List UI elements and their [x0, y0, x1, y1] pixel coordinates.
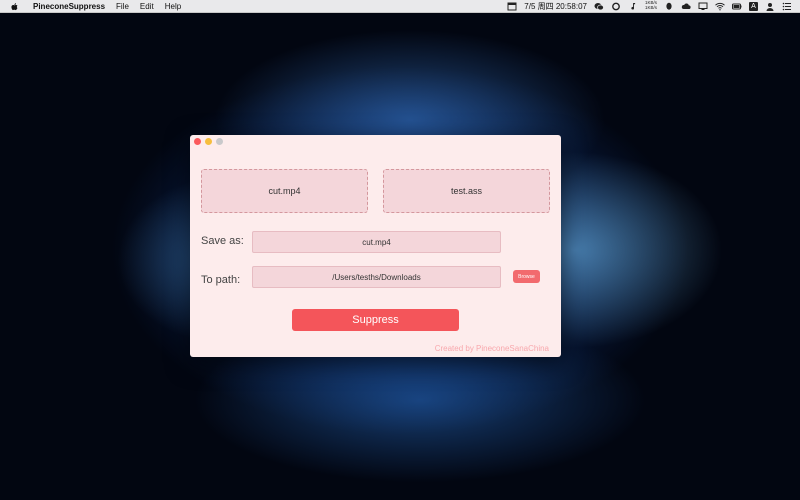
menu-help[interactable]: Help [165, 2, 181, 11]
suppress-button[interactable]: Suppress [292, 309, 459, 331]
window-controls [194, 138, 223, 145]
desktop: PineconeSuppress File Edit Help 7/5 周四 2… [0, 0, 800, 500]
save-as-field[interactable]: cut.mp4 [252, 231, 501, 253]
app-window: cut.mp4 test.ass Save as: cut.mp4 To pat… [190, 135, 561, 357]
menu-file[interactable]: File [116, 2, 129, 11]
subtitle-drop-zone[interactable]: test.ass [383, 169, 550, 213]
user-icon[interactable] [765, 2, 775, 11]
wifi-icon[interactable] [715, 2, 725, 11]
menubar-clock[interactable]: 7/5 周四 20:58:07 [524, 1, 587, 12]
menu-edit[interactable]: Edit [140, 2, 154, 11]
input-source-icon[interactable]: A [749, 1, 758, 11]
to-path-label: To path: [201, 274, 241, 286]
zoom-window-button[interactable] [216, 138, 223, 145]
credit-text: Created by PineconeSanaChina [434, 344, 549, 353]
apple-icon[interactable] [10, 1, 20, 11]
browse-button[interactable]: Browse [513, 270, 540, 283]
to-path-field[interactable]: /Users/tesths/Downloads [252, 266, 501, 288]
sync-icon[interactable] [611, 2, 621, 11]
cloud-icon[interactable] [681, 2, 691, 11]
music-icon[interactable] [628, 2, 638, 11]
display-icon[interactable] [698, 2, 708, 11]
net-down: 1KB/s [644, 5, 657, 10]
calendar-icon[interactable] [507, 2, 517, 11]
video-drop-zone[interactable]: cut.mp4 [201, 169, 368, 213]
notification-center-icon[interactable] [782, 2, 792, 11]
wechat-icon[interactable] [594, 2, 604, 11]
video-file-name: cut.mp4 [268, 186, 301, 196]
network-speed[interactable]: 1KB/s 1KB/s [645, 1, 657, 10]
menu-bar: PineconeSuppress File Edit Help 7/5 周四 2… [0, 0, 800, 13]
subtitle-file-name: test.ass [450, 186, 482, 196]
battery-icon[interactable] [732, 2, 742, 11]
minimize-window-button[interactable] [205, 138, 212, 145]
app-menu[interactable]: PineconeSuppress [33, 2, 105, 11]
qq-icon[interactable] [664, 2, 674, 11]
save-as-label: Save as: [201, 235, 244, 247]
close-window-button[interactable] [194, 138, 201, 145]
